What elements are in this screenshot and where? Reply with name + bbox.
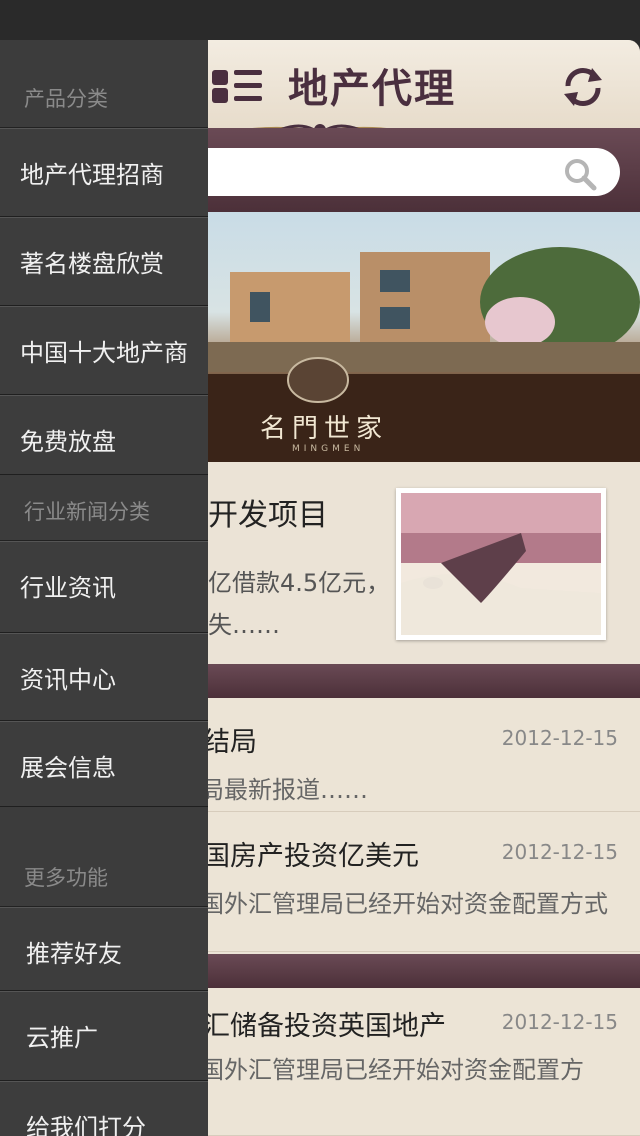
news-date: 2012-12-15 [501, 726, 618, 750]
page-title: 地产代理 [288, 65, 456, 112]
banner-caption: 名門世家 [260, 414, 389, 444]
status-bar [0, 0, 640, 40]
news-date: 2012-12-15 [501, 1010, 618, 1034]
search-icon[interactable] [562, 156, 598, 192]
drawer-item-top-developers[interactable]: 中国十大地产商 [0, 306, 208, 395]
banner-subcaption: MINGMEN [292, 444, 365, 454]
news-summary: 中国外汇管理局已经开始对资金配置方 [176, 1056, 584, 1084]
drawer-section-more: 更多功能 [0, 807, 208, 907]
news-summary: 中国外汇管理局已经开始对资金配置方式 [176, 890, 608, 918]
drawer-item-news-center[interactable]: 资讯中心 [0, 633, 208, 721]
drawer-item-rate-us[interactable]: 给我们打分 [0, 1081, 208, 1136]
news-date: 2012-12-15 [501, 840, 618, 864]
feature-thumbnail [396, 488, 606, 640]
news-title: 英国房产投资亿美元 [176, 841, 419, 872]
news-title: 外汇储备投资英国地产 [176, 1011, 446, 1042]
drawer-item-free-listing[interactable]: 免费放盘 [0, 395, 208, 475]
drawer-item-industry-info[interactable]: 行业资讯 [0, 541, 208, 633]
refresh-icon[interactable] [560, 64, 606, 110]
search-input[interactable] [150, 148, 620, 196]
drawer-item-exhibitions[interactable]: 展会信息 [0, 721, 208, 807]
side-drawer: 产品分类 地产代理招商 著名楼盘欣赏 中国十大地产商 免费放盘 行业新闻分类 行… [0, 40, 208, 1136]
feature-title: 开发项目 [208, 498, 328, 533]
drawer-item-agency-recruit[interactable]: 地产代理招商 [0, 128, 208, 217]
menu-icon[interactable] [212, 68, 264, 104]
drawer-item-cloud-promotion[interactable]: 云推广 [0, 991, 208, 1081]
drawer-section-products: 产品分类 [0, 40, 208, 128]
drawer-section-news: 行业新闻分类 [0, 475, 208, 541]
feature-description: 亿借款4.5亿元， 失…… [208, 569, 391, 639]
drawer-item-famous-properties[interactable]: 著名楼盘欣赏 [0, 217, 208, 306]
drawer-item-recommend-friends[interactable]: 推荐好友 [0, 907, 208, 991]
